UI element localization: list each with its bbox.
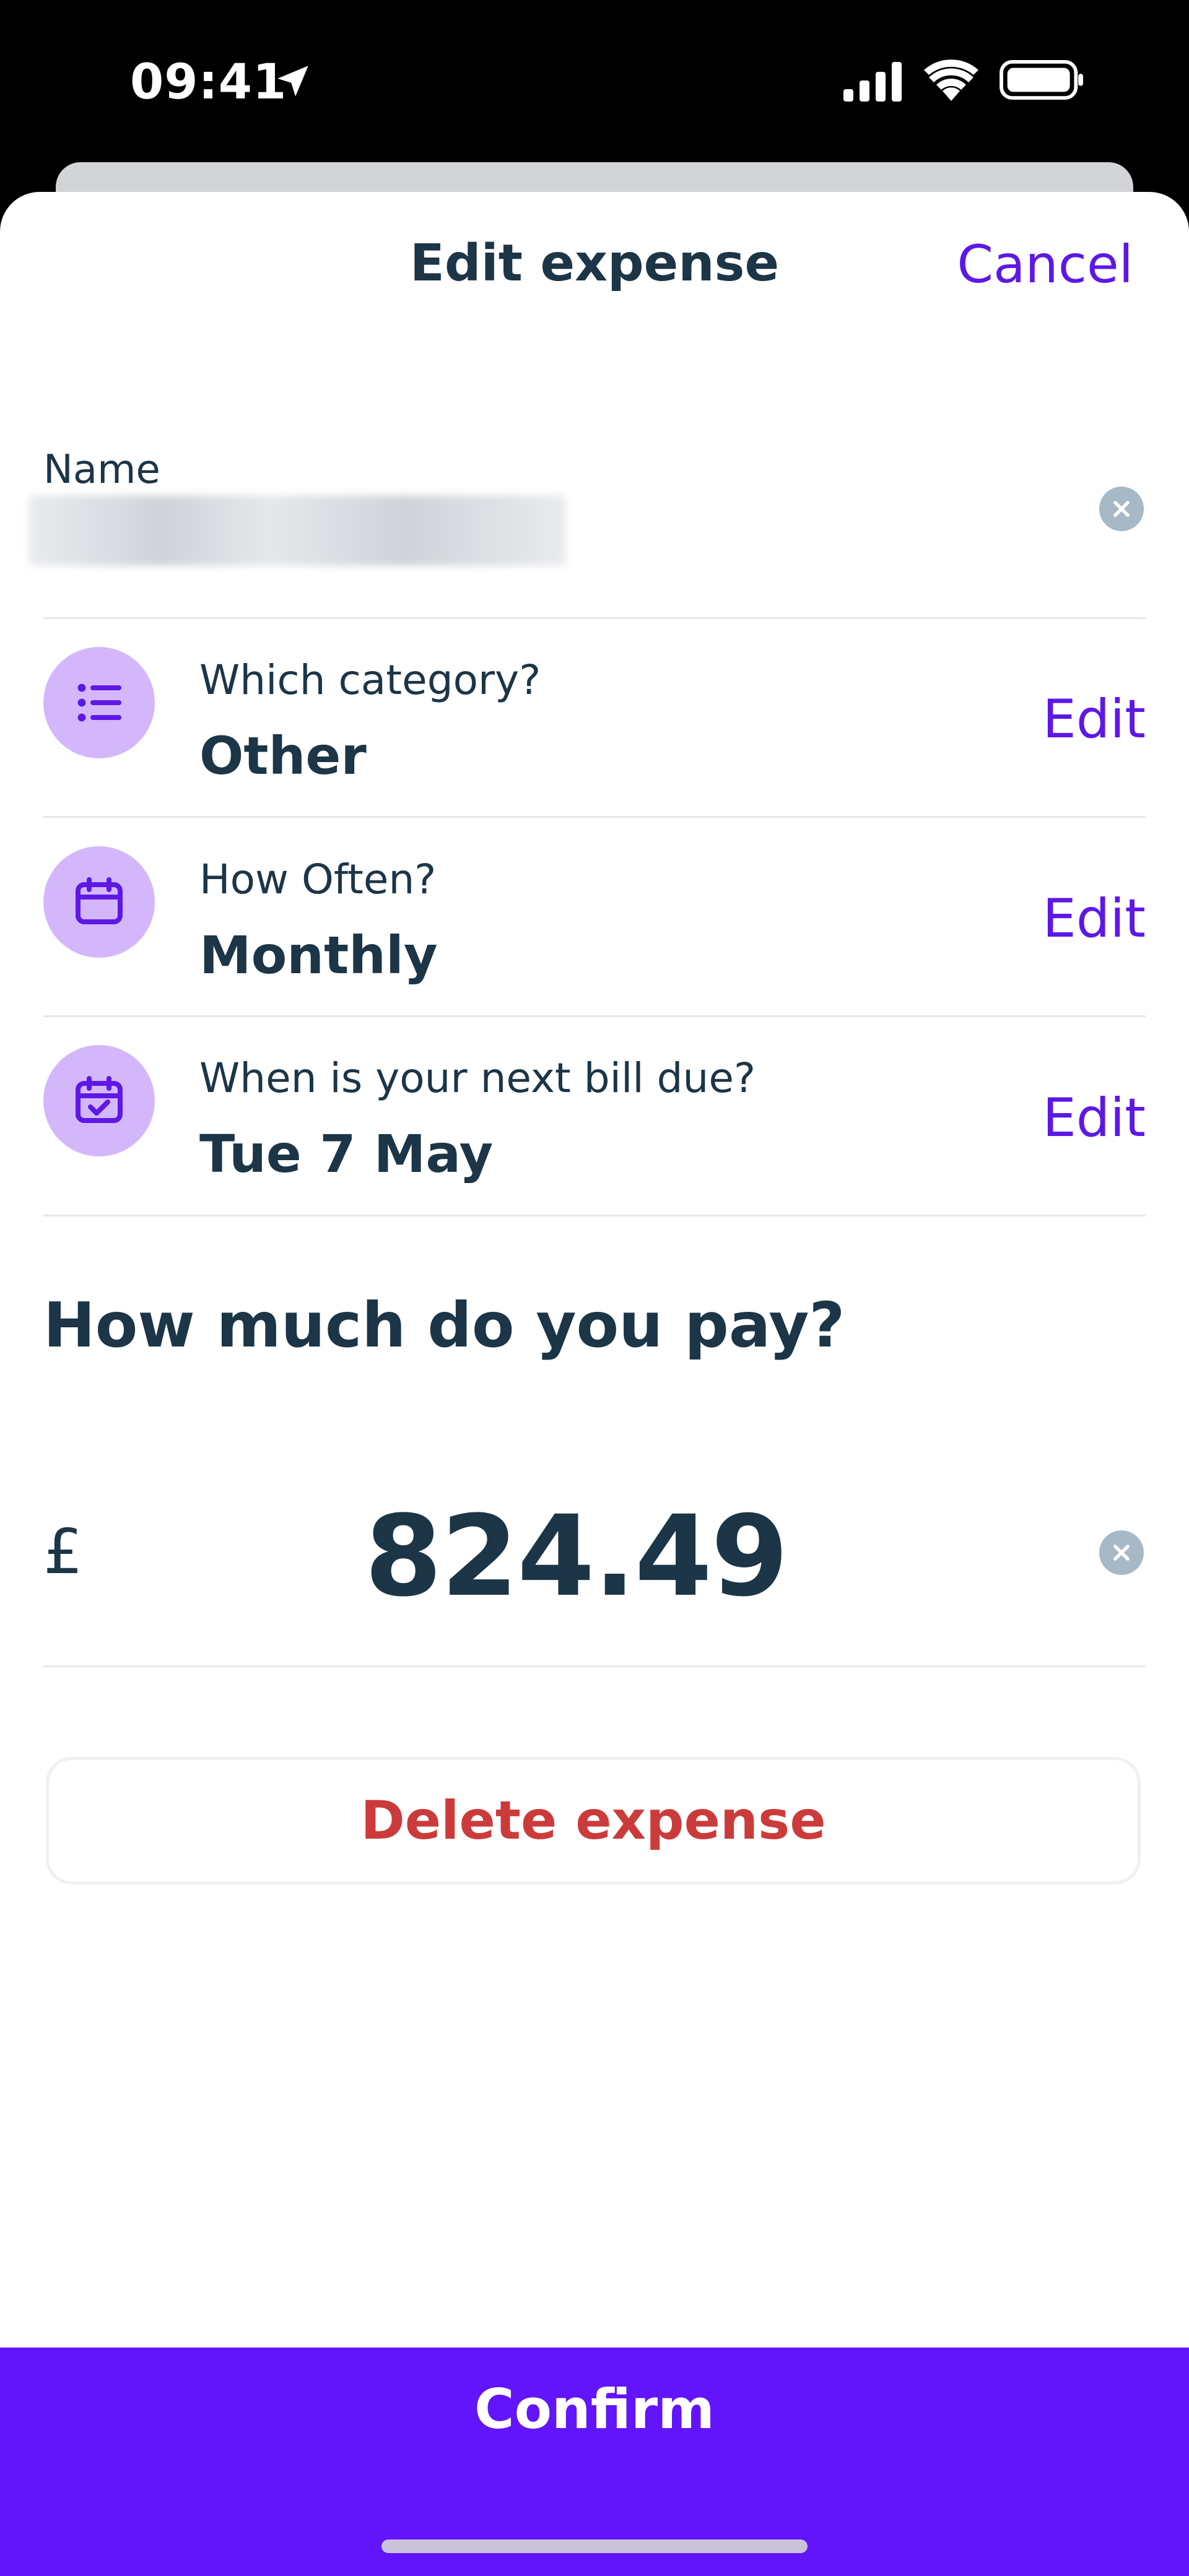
due-date-icon-badge bbox=[43, 1045, 155, 1156]
divider bbox=[43, 1665, 1146, 1667]
delete-expense-button[interactable]: Delete expense bbox=[46, 1757, 1141, 1884]
edit-frequency-button[interactable]: Edit bbox=[1003, 888, 1146, 950]
name-input[interactable] bbox=[28, 495, 566, 566]
location-arrow-icon bbox=[277, 66, 308, 97]
list-icon bbox=[77, 683, 121, 722]
amount-section-title: How much do you pay? bbox=[43, 1289, 845, 1361]
divider bbox=[43, 1015, 1146, 1017]
frequency-icon-badge bbox=[43, 846, 155, 958]
battery-icon bbox=[1000, 59, 1083, 100]
clear-amount-button[interactable] bbox=[1099, 1530, 1144, 1575]
divider bbox=[43, 816, 1146, 818]
divider bbox=[43, 1215, 1146, 1216]
frequency-label: How Often? bbox=[199, 856, 437, 903]
divider bbox=[43, 617, 1146, 619]
edit-category-button[interactable]: Edit bbox=[1003, 688, 1146, 750]
confirm-button-label[interactable]: Confirm bbox=[0, 2377, 1189, 2441]
category-label: Which category? bbox=[199, 656, 541, 704]
calendar-icon bbox=[76, 877, 123, 924]
due-date-value: Tue 7 May bbox=[199, 1124, 494, 1184]
category-value: Other bbox=[199, 726, 367, 786]
frequency-value: Monthly bbox=[199, 925, 438, 986]
name-field-label: Name bbox=[43, 447, 160, 493]
home-indicator bbox=[381, 2539, 808, 2553]
amount-input[interactable]: 824.49 bbox=[0, 1492, 1152, 1621]
calendar-check-icon bbox=[76, 1076, 123, 1123]
close-icon bbox=[1113, 1545, 1130, 1561]
status-time: 09:41 bbox=[130, 54, 287, 110]
wifi-icon bbox=[924, 59, 978, 101]
cellular-signal-icon bbox=[843, 62, 902, 102]
delete-expense-label: Delete expense bbox=[360, 1790, 826, 1852]
edit-due-date-button[interactable]: Edit bbox=[1003, 1087, 1146, 1149]
cancel-button[interactable]: Cancel bbox=[941, 234, 1133, 295]
due-date-label: When is your next bill due? bbox=[199, 1054, 756, 1102]
clear-name-button[interactable] bbox=[1099, 487, 1144, 531]
category-icon-badge bbox=[43, 647, 155, 758]
close-icon bbox=[1113, 501, 1130, 517]
